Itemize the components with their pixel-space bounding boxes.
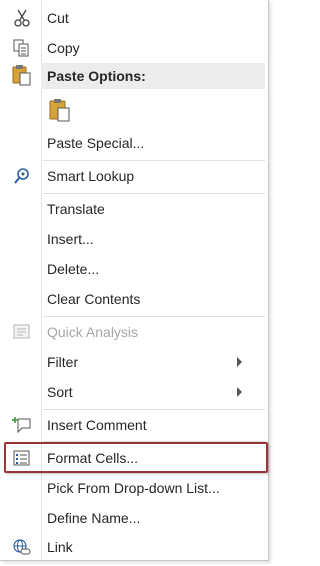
menu-item-label: Sort (47, 384, 73, 400)
menu-item-label: Cut (47, 10, 69, 26)
context-menu: Cut Copy Paste Options: Paste Special...… (0, 0, 269, 561)
menu-item-paste-special[interactable]: Paste Special... (0, 129, 268, 157)
menu-item-label: Translate (47, 201, 105, 217)
menu-item-label: Paste Special... (47, 135, 145, 151)
menu-item-quick-analysis[interactable]: Quick Analysis (0, 318, 268, 346)
menu-item-cut[interactable]: Cut (0, 4, 268, 32)
paste-icon (48, 97, 72, 123)
clipboard-icon (12, 64, 32, 86)
separator (43, 193, 265, 194)
menu-item-label: Copy (47, 40, 80, 56)
scissors-icon (12, 9, 32, 27)
menu-item-pick-from-dropdown[interactable]: Pick From Drop-down List... (0, 474, 268, 502)
menu-item-translate[interactable]: Translate (0, 195, 268, 223)
quick-analysis-icon (12, 323, 32, 341)
separator (43, 409, 265, 410)
menu-item-label: Clear Contents (47, 291, 141, 307)
comment-icon (12, 416, 32, 434)
separator (43, 316, 265, 317)
copy-icon (12, 39, 32, 57)
menu-item-filter[interactable]: Filter (0, 348, 268, 376)
menu-item-insert[interactable]: Insert... (0, 225, 268, 253)
menu-item-label: Link (47, 539, 73, 555)
submenu-arrow-icon (237, 387, 242, 397)
menu-item-delete[interactable]: Delete... (0, 255, 268, 283)
menu-item-label: Pick From Drop-down List... (47, 480, 220, 496)
search-icon (12, 167, 32, 185)
menu-item-link[interactable]: Link (0, 533, 268, 561)
link-icon (12, 538, 32, 556)
submenu-arrow-icon (237, 357, 242, 367)
paste-options-header: Paste Options: (41, 63, 265, 89)
highlight-outline (4, 442, 268, 473)
menu-item-define-name[interactable]: Define Name... (0, 504, 268, 532)
menu-item-label: Insert... (47, 231, 94, 247)
menu-item-label: Filter (47, 354, 79, 370)
separator (43, 160, 265, 161)
paste-options-label: Paste Options: (47, 68, 146, 84)
menu-item-sort[interactable]: Sort (0, 378, 268, 406)
menu-item-label: Delete... (47, 261, 100, 277)
menu-item-label: Quick Analysis (47, 324, 139, 340)
menu-item-label: Insert Comment (47, 417, 147, 433)
paste-button[interactable] (44, 95, 76, 125)
menu-item-label: Define Name... (47, 510, 141, 526)
menu-item-copy[interactable]: Copy (0, 34, 268, 62)
menu-item-insert-comment[interactable]: Insert Comment (0, 411, 268, 439)
menu-item-smart-lookup[interactable]: Smart Lookup (0, 162, 268, 190)
menu-item-label: Smart Lookup (47, 168, 135, 184)
menu-item-clear-contents[interactable]: Clear Contents (0, 285, 268, 313)
